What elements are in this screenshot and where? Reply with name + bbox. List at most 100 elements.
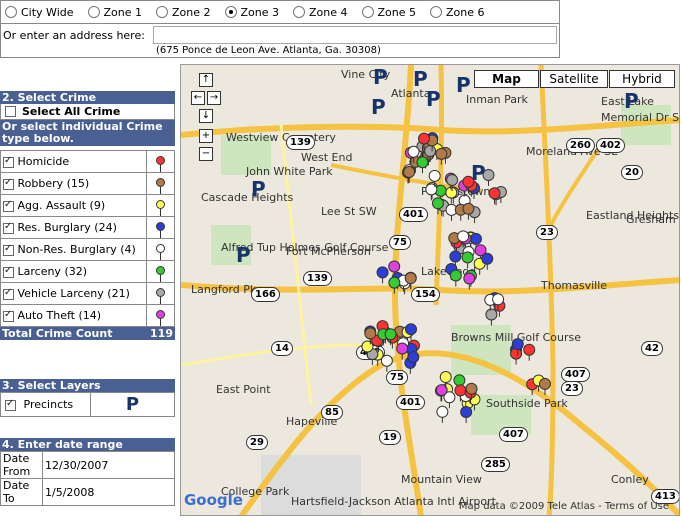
select-all-label: Select All Crime bbox=[22, 105, 121, 118]
crime-label: Homicide bbox=[17, 155, 70, 168]
zone-option-3[interactable]: Zone 3 bbox=[221, 5, 280, 19]
crime-marker[interactable] bbox=[403, 166, 416, 184]
crime-pin-icon bbox=[156, 156, 165, 172]
date-panel: 4. Enter date range Date From 12/30/2007… bbox=[0, 438, 175, 506]
crime-marker[interactable] bbox=[482, 169, 495, 187]
crime-section-title: 2. Select Crime bbox=[0, 91, 175, 104]
crime-row[interactable]: Vehicle Larceny (21) bbox=[0, 282, 175, 305]
crime-marker[interactable] bbox=[396, 342, 409, 360]
crime-markers bbox=[361, 132, 551, 423]
address-panel: Or enter an address here: (675 Ponce de … bbox=[0, 24, 560, 58]
zone-option-6[interactable]: Zone 6 bbox=[426, 6, 485, 19]
zone-label: Zone 5 bbox=[377, 5, 417, 19]
zone-label: City Wide bbox=[21, 5, 74, 19]
zone-label: Zone 4 bbox=[309, 5, 348, 19]
crime-row[interactable]: Larceny (32) bbox=[0, 260, 175, 283]
zone-radio[interactable] bbox=[224, 6, 237, 18]
zone-radio[interactable] bbox=[156, 6, 168, 18]
zone-label: Zone 2 bbox=[172, 5, 211, 19]
crime-row[interactable]: Robbery (15) bbox=[0, 172, 175, 195]
crime-checkbox[interactable] bbox=[3, 243, 14, 256]
zone-selector: City Wide Zone 1 Zone 2 Zone 3 Zone 4 Zone 5 Z… bbox=[0, 0, 560, 24]
select-all-checkbox[interactable] bbox=[5, 106, 16, 117]
crime-row[interactable]: Res. Burglary (24) bbox=[0, 216, 175, 239]
crime-pin-icon bbox=[156, 200, 165, 216]
crime-pin-icon bbox=[156, 266, 165, 282]
zone-label: Zone 3 bbox=[240, 5, 280, 19]
crime-checkbox[interactable] bbox=[3, 287, 14, 300]
crime-checkbox[interactable] bbox=[3, 221, 14, 234]
total-crime-label: Total Crime Count bbox=[2, 327, 113, 340]
zone-radio[interactable] bbox=[293, 6, 305, 18]
crime-label: Auto Theft (14) bbox=[17, 309, 102, 322]
zone-option-2[interactable]: Zone 2 bbox=[152, 6, 211, 19]
crime-subtitle: Or select individual Crime type below. bbox=[0, 120, 175, 146]
address-input[interactable] bbox=[153, 26, 557, 44]
crime-marker[interactable] bbox=[461, 251, 474, 269]
address-hint: (675 Ponce de Leon Ave. Atlanta, Ga. 303… bbox=[156, 45, 381, 56]
crime-list: Homicide Robbery (15) Agg. Assault (9) R… bbox=[0, 150, 175, 327]
zone-option-5[interactable]: Zone 5 bbox=[358, 5, 417, 19]
crime-row[interactable]: Homicide bbox=[0, 150, 175, 173]
crime-marker[interactable] bbox=[460, 405, 473, 423]
crime-map[interactable]: ↑ ← → ↓ + − Map Satellite Hybrid Vine Ci… bbox=[180, 64, 680, 516]
crime-checkbox[interactable] bbox=[3, 265, 14, 278]
crime-marker[interactable] bbox=[485, 308, 498, 326]
crime-marker[interactable] bbox=[445, 203, 458, 221]
total-crime-row: Total Crime Count 119 bbox=[0, 327, 175, 340]
crime-checkbox[interactable] bbox=[3, 155, 14, 168]
crime-marker[interactable] bbox=[510, 347, 523, 365]
zone-radio[interactable] bbox=[5, 6, 17, 18]
crime-row[interactable]: Agg. Assault (9) bbox=[0, 194, 175, 217]
zone-radio[interactable] bbox=[361, 6, 374, 18]
zone-radio[interactable] bbox=[87, 6, 100, 18]
layers-title: 3. Select Layers bbox=[0, 379, 175, 392]
zone-option-0[interactable]: City Wide bbox=[1, 6, 74, 19]
zone-label: Zone 6 bbox=[446, 5, 485, 19]
precincts-checkbox[interactable] bbox=[5, 398, 16, 411]
crime-checkbox[interactable] bbox=[3, 177, 14, 190]
crime-marker[interactable] bbox=[463, 272, 476, 290]
crime-pin-icon bbox=[156, 244, 165, 260]
crime-label: Larceny (32) bbox=[17, 265, 88, 278]
crime-checkbox[interactable] bbox=[3, 309, 14, 322]
zone-option-1[interactable]: Zone 1 bbox=[84, 5, 143, 19]
zone-option-4[interactable]: Zone 4 bbox=[289, 6, 348, 19]
crime-pin-icon bbox=[156, 178, 165, 194]
layers-panel: 3. Select Layers Precincts P bbox=[0, 379, 175, 417]
crime-marker[interactable] bbox=[376, 266, 389, 284]
crime-label: Vehicle Larceny (21) bbox=[17, 287, 130, 300]
crime-pin-icon bbox=[156, 222, 165, 238]
crime-pin-icon bbox=[156, 288, 165, 304]
crime-marker[interactable] bbox=[416, 156, 429, 174]
google-logo: Google bbox=[184, 491, 243, 509]
crime-marker[interactable] bbox=[488, 187, 501, 205]
precincts-label: Precincts bbox=[23, 398, 74, 411]
date-to-label: Date To bbox=[0, 478, 43, 506]
crime-marker[interactable] bbox=[523, 343, 536, 361]
crime-marker[interactable] bbox=[449, 269, 462, 287]
crime-row[interactable]: Non-Res. Burglary (4) bbox=[0, 238, 175, 261]
crime-marker[interactable] bbox=[436, 405, 449, 423]
crime-label: Robbery (15) bbox=[17, 177, 90, 190]
crime-marker[interactable] bbox=[538, 377, 551, 395]
crime-panel: 2. Select Crime Select All Crime Or sele… bbox=[0, 91, 175, 340]
crime-row[interactable]: Auto Theft (14) bbox=[0, 304, 175, 327]
crime-pin-icon bbox=[156, 310, 165, 326]
crime-marker[interactable] bbox=[388, 276, 401, 294]
date-to-input[interactable]: 1/5/2008 bbox=[45, 486, 94, 499]
total-crime-value: 119 bbox=[150, 327, 173, 340]
precinct-p-icon: P bbox=[125, 394, 140, 415]
crime-marker[interactable] bbox=[380, 354, 393, 372]
precincts-row[interactable]: Precincts bbox=[0, 392, 91, 417]
select-all-row[interactable]: Select All Crime bbox=[0, 104, 175, 120]
crime-checkbox[interactable] bbox=[3, 199, 14, 212]
date-from-label: Date From bbox=[0, 451, 43, 479]
address-label: Or enter an address here: bbox=[3, 29, 145, 42]
crime-label: Non-Res. Burglary (4) bbox=[17, 243, 136, 256]
map-attribution: Map data ©2009 Tele Atlas - Terms of Use bbox=[458, 501, 669, 512]
crime-label: Res. Burglary (24) bbox=[17, 221, 117, 234]
zone-radio[interactable] bbox=[430, 6, 442, 18]
zone-label: Zone 1 bbox=[103, 5, 143, 19]
date-from-input[interactable]: 12/30/2007 bbox=[45, 459, 108, 472]
